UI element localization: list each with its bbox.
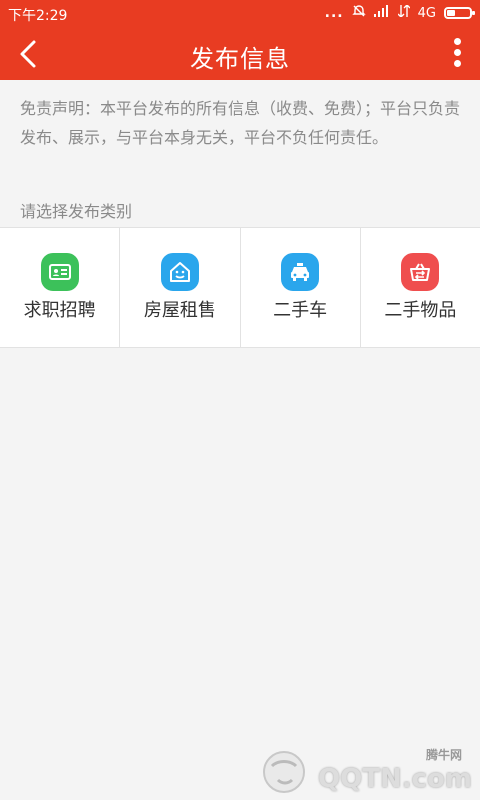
watermark-text: QQTN.com bbox=[318, 764, 472, 794]
category-label: 求职招聘 bbox=[23, 300, 96, 321]
watermark: 腾牛网 QQTN.com bbox=[258, 748, 472, 794]
category-housing[interactable]: 房屋租售 bbox=[120, 228, 241, 347]
app-bar: 发布信息 bbox=[0, 28, 480, 80]
category-used-car[interactable]: 二手车 bbox=[241, 228, 361, 347]
category-used-goods[interactable]: 二手物品 bbox=[361, 228, 480, 347]
watermark-subtext: 腾牛网 bbox=[425, 748, 462, 762]
signal-arrows-icon bbox=[397, 4, 411, 21]
basket-icon bbox=[401, 253, 440, 291]
status-bar: 下午2:29 ... 4G bbox=[0, 0, 480, 28]
alarm-off-icon bbox=[351, 4, 366, 22]
watermark-logo bbox=[263, 751, 306, 793]
battery-icon bbox=[444, 7, 475, 19]
category-label: 房屋租售 bbox=[143, 300, 216, 321]
category-job[interactable]: 求职招聘 bbox=[0, 228, 121, 347]
status-dots: ... bbox=[324, 5, 344, 21]
section-label: 请选择发布类别 bbox=[20, 202, 133, 221]
network-type: 4G bbox=[417, 5, 436, 21]
page-title: 发布信息 bbox=[190, 45, 290, 73]
car-icon bbox=[281, 253, 320, 291]
more-vert-icon[interactable] bbox=[448, 36, 466, 72]
category-label: 二手车 bbox=[273, 300, 328, 321]
category-grid: 求职招聘 房屋租售 二手车 二手物品 bbox=[0, 227, 480, 348]
category-label: 二手物品 bbox=[384, 300, 457, 321]
signal-icon bbox=[373, 5, 390, 21]
status-icons: ... 4G bbox=[324, 4, 475, 22]
status-time: 下午2:29 bbox=[8, 8, 68, 24]
disclaimer-text: 免责声明：本平台发布的所有信息（收费、免费）；平台只负责发布、展示，与平台本身无… bbox=[20, 99, 461, 147]
id-card-icon bbox=[40, 253, 79, 291]
house-icon bbox=[160, 253, 199, 291]
